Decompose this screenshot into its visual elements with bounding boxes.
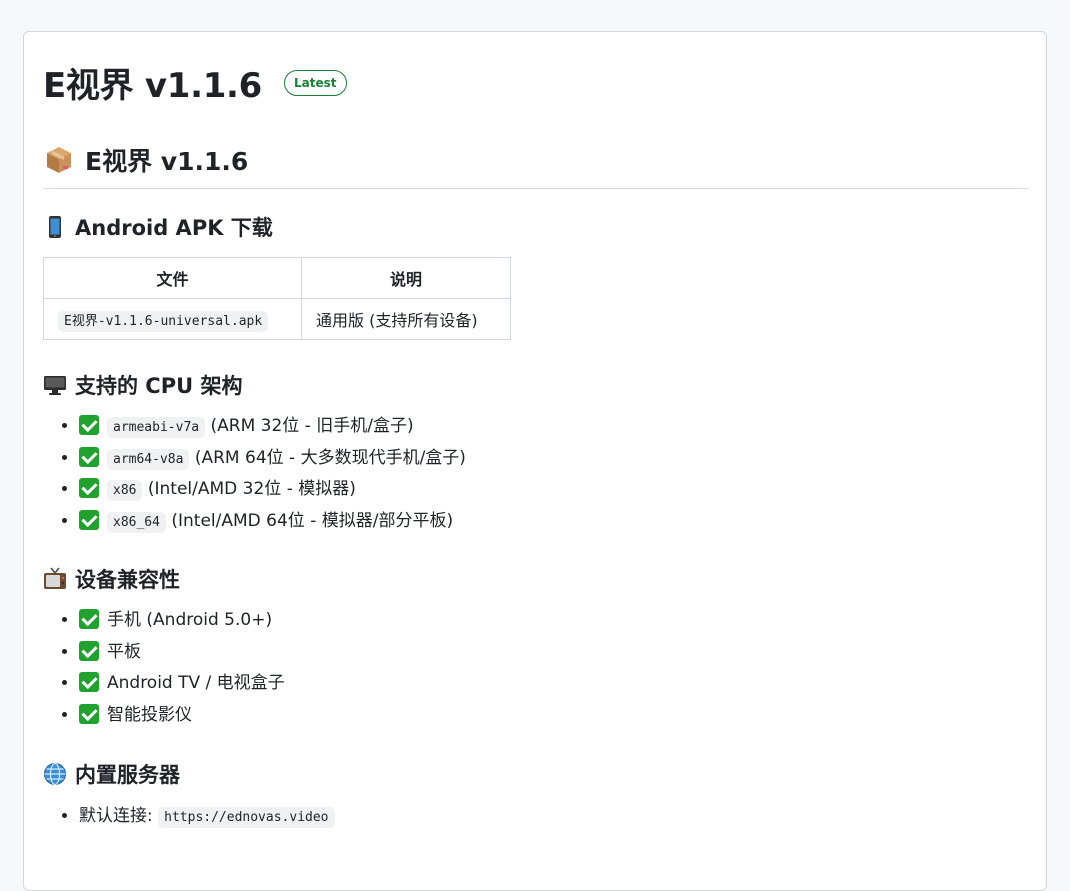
cpu-section-title: 支持的 CPU 架构: [75, 374, 243, 398]
default-connection-label: 默认连接:: [79, 806, 159, 826]
package-icon: [47, 147, 71, 173]
file-cell: E视界-v1.1.6-universal.apk: [43, 298, 302, 340]
check-mark-icon: [79, 672, 99, 692]
check-mark-icon: [79, 415, 99, 435]
release-header: E视界 v1.1.6 Latest: [43, 58, 347, 107]
release-heading: E视界 v1.1.6: [43, 142, 1029, 189]
device-type: 平板: [107, 641, 141, 662]
cpu-list: armeabi-v7a (ARM 32位 - 旧手机/盒子) arm64-v8a…: [43, 411, 466, 537]
apk-section-title: Android APK 下载: [75, 216, 273, 240]
release-heading-text: E视界 v1.1.6: [85, 147, 249, 176]
check-mark-icon: [79, 609, 99, 629]
cpu-section-heading: 支持的 CPU 架构: [43, 370, 242, 400]
release-title[interactable]: E视界 v1.1.6: [43, 58, 262, 107]
server-url: https://ednovas.video: [158, 807, 335, 828]
arch-description: (ARM 64位 - 大多数现代手机/盒子): [194, 447, 466, 468]
apk-filename: E视界-v1.1.6-universal.apk: [58, 310, 269, 332]
check-mark-icon: [79, 640, 99, 661]
device-type: 手机 (Android 5.0+): [107, 610, 273, 630]
latest-badge: Latest: [284, 69, 347, 96]
server-list: 默认连接: https://ednovas.video: [43, 801, 335, 833]
arch-code: armeabi-v7a: [107, 417, 206, 438]
list-item: x86 (Intel/AMD 32位 - 模拟器): [79, 474, 466, 506]
device-type: Android TV / 电视盒子: [107, 673, 285, 693]
globe-icon: [44, 762, 66, 786]
header-file: 文件: [43, 257, 302, 299]
release-card: E视界 v1.1.6 Latest E视界 v1.1.6 Android APK…: [23, 31, 1047, 891]
arch-description: (Intel/AMD 32位 - 模拟器): [147, 479, 356, 499]
arch-description: (ARM 32位 - 旧手机/盒子): [210, 416, 414, 436]
arch-description: (Intel/AMD 64位 - 模拟器/部分平板): [171, 510, 454, 531]
apk-table: 文件 说明 E视界-v1.1.6-universal.apk 通用版 (支持所有…: [43, 257, 511, 340]
list-item: 默认连接: https://ednovas.video: [79, 801, 335, 833]
check-mark-icon: [79, 478, 99, 498]
compat-list: 手机 (Android 5.0+) 平板 Android TV / 电视盒子 智…: [43, 605, 285, 731]
desktop-computer-icon: [44, 376, 66, 395]
list-item: Android TV / 电视盒子: [79, 668, 285, 700]
server-section-heading: 内置服务器: [43, 759, 180, 789]
table-row: E视界-v1.1.6-universal.apk 通用版 (支持所有设备): [43, 298, 511, 340]
list-item: armeabi-v7a (ARM 32位 - 旧手机/盒子): [79, 411, 466, 443]
apk-section-heading: Android APK 下载: [43, 212, 273, 242]
list-item: 智能投影仪: [79, 700, 285, 732]
mobile-phone-icon: [49, 216, 61, 238]
description-cell: 通用版 (支持所有设备): [301, 298, 511, 340]
check-mark-icon: [79, 446, 99, 467]
header-description: 说明: [301, 257, 511, 299]
list-item: x86_64 (Intel/AMD 64位 - 模拟器/部分平板): [79, 506, 466, 538]
list-item: arm64-v8a (ARM 64位 - 大多数现代手机/盒子): [79, 443, 466, 475]
device-type: 智能投影仪: [107, 704, 192, 725]
list-item: 平板: [79, 637, 285, 669]
compat-section-title: 设备兼容性: [75, 568, 180, 592]
table-header-row: 文件 说明: [43, 257, 511, 299]
server-section-title: 内置服务器: [75, 763, 180, 787]
arch-code: x86_64: [107, 511, 166, 533]
compat-section-heading: 设备兼容性: [43, 564, 180, 594]
arch-code: x86: [107, 480, 143, 501]
check-mark-icon: [79, 509, 99, 530]
arch-code: arm64-v8a: [107, 448, 190, 470]
check-mark-icon: [79, 703, 99, 724]
list-item: 手机 (Android 5.0+): [79, 605, 285, 637]
television-icon: [44, 567, 66, 589]
